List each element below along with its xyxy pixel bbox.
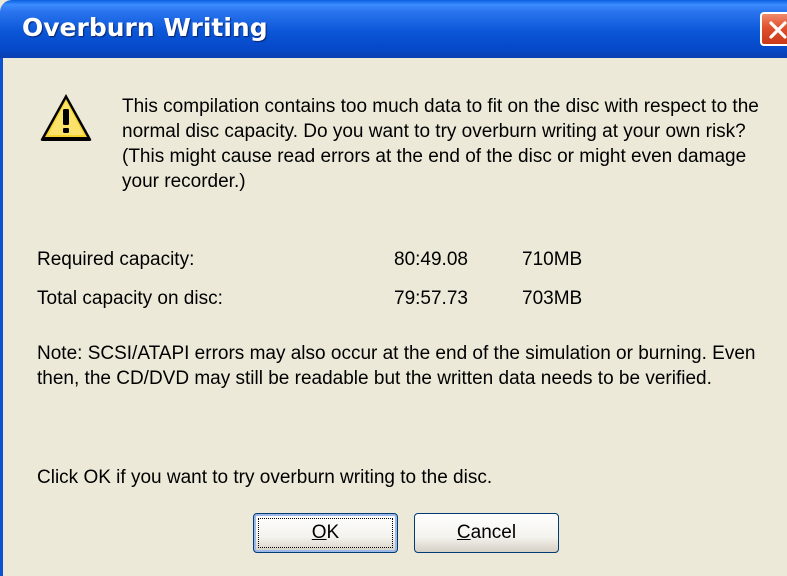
cancel-label-rest: ancel [470,522,517,543]
required-capacity-time: 80:49.08 [394,249,468,270]
close-icon [769,21,787,39]
disc-capacity-time: 79:57.73 [394,288,468,309]
dialog-content: This compilation contains too much data … [0,58,787,576]
note-text: Note: SCSI/ATAPI errors may also occur a… [37,343,756,389]
warning-message: This compilation contains too much data … [122,96,759,192]
close-button[interactable] [760,12,787,46]
required-capacity-label: Required capacity: [37,249,195,270]
focus-ring [258,518,393,548]
title-bar[interactable]: Overburn Writing [0,0,787,58]
confirm-text: Click OK if you want to try overburn wri… [37,467,493,488]
required-capacity-size: 710MB [522,249,583,270]
cancel-access-key: C [456,522,471,543]
disc-capacity-label: Total capacity on disc: [37,288,223,309]
window-title: Overburn Writing [22,13,268,42]
disc-capacity-size: 703MB [522,288,583,309]
ok-button[interactable]: OK [253,513,398,553]
warning-icon [40,94,92,141]
dialog-window: Overburn Writing This compilation contai… [0,0,787,576]
cancel-button[interactable]: Cancel [414,513,559,553]
